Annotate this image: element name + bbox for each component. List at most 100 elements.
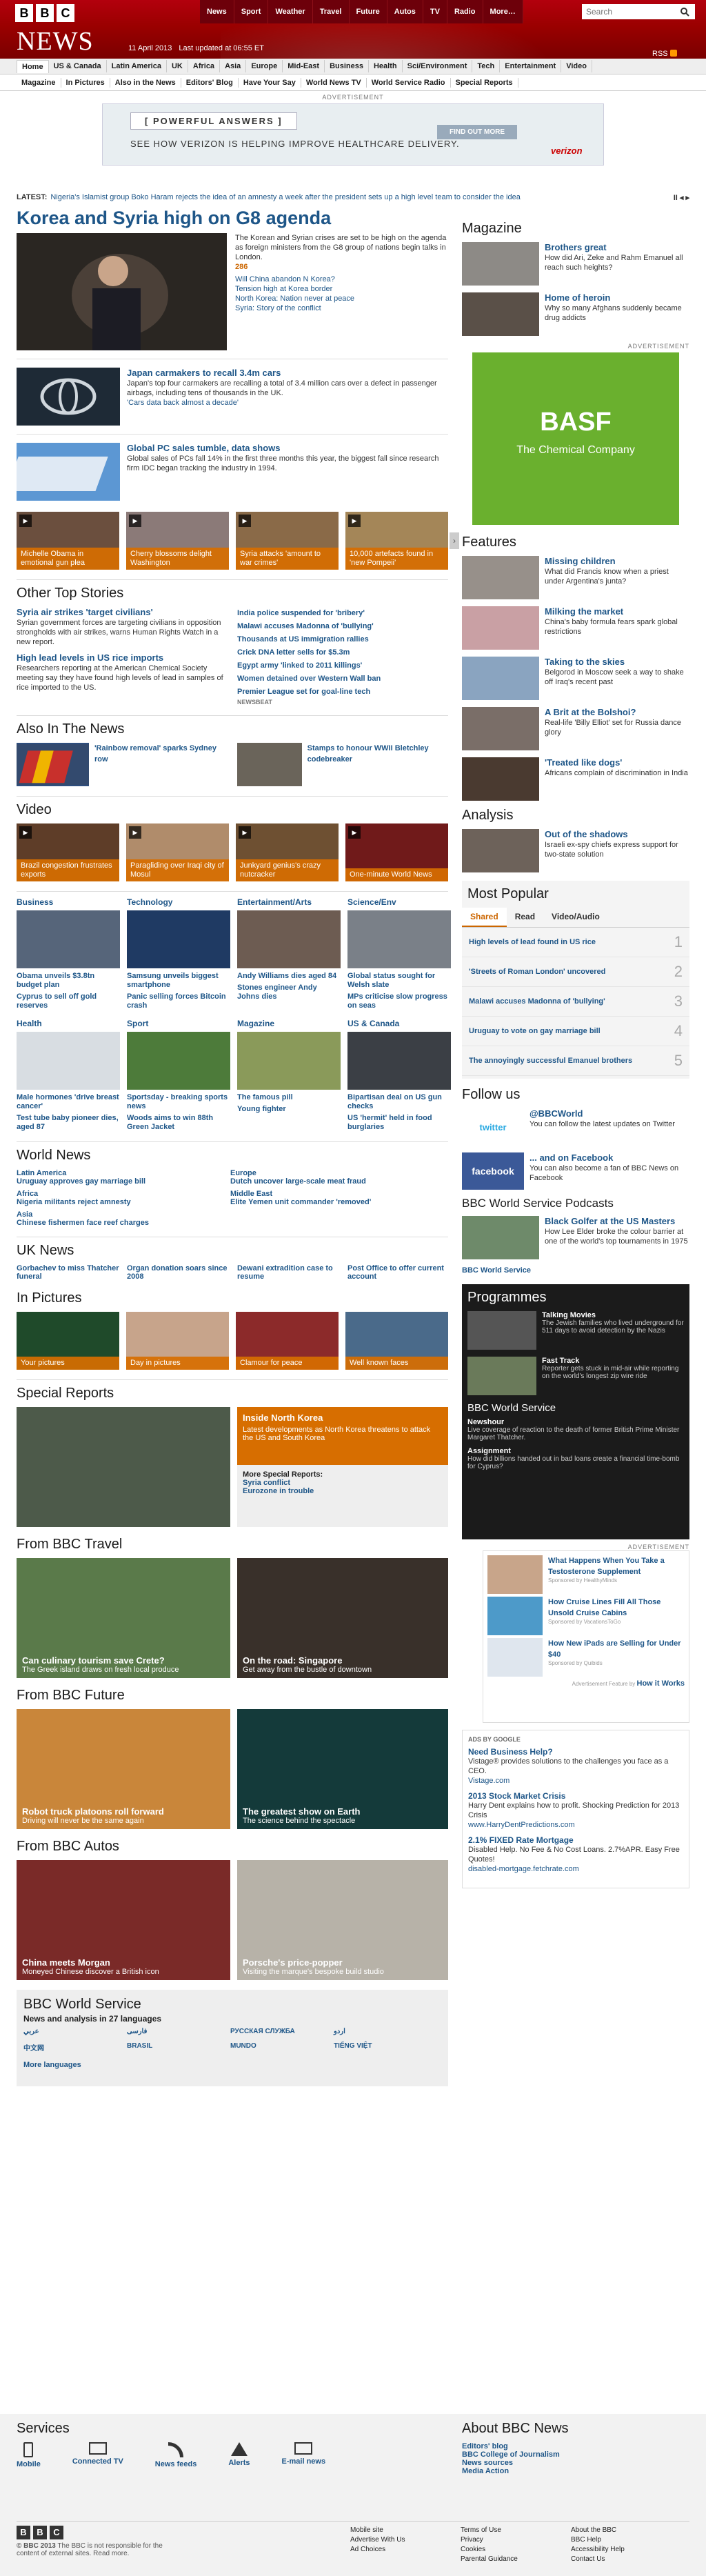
lang-urdu[interactable]: اردو [334,2028,437,2035]
footer-bbc-help[interactable]: BBC Help [571,2535,625,2545]
globalnav-sport[interactable]: Sport [234,0,269,23]
chevron-right-icon[interactable]: › [450,532,459,549]
lang-arabic[interactable]: عربي [23,2028,127,2035]
subnav2-have-your-say[interactable]: Have Your Say [239,77,301,88]
about-link-2[interactable]: BBC College of Journalism [462,2450,689,2459]
other-link-1[interactable]: India police suspended for 'bribery' [237,607,448,620]
video-item-4[interactable]: ▶ One-minute World News [345,823,448,881]
sponsored-2-title[interactable]: How Cruise Lines Fill All Those Unsold C… [548,1597,685,1619]
special-report-image[interactable] [17,1407,230,1527]
footer-cookies[interactable]: Cookies [461,2545,518,2555]
popular-row-1[interactable]: High levels of lead found in US rice 1 [462,928,689,957]
also-item-1-image[interactable] [17,743,89,786]
topic-technology-image[interactable] [127,910,230,968]
alert-icon[interactable] [230,2442,248,2456]
footer-bbc-logo[interactable]: B B C [17,2526,182,2539]
google-ad-1-url[interactable]: Vistage.com [468,1776,683,1786]
more-languages-link[interactable]: More languages [23,2061,441,2069]
region-africa-story[interactable]: Nigeria militants reject amnesty [17,1198,230,1206]
features-item-4-image[interactable] [462,707,539,750]
subnav2-editors-blog[interactable]: Editors' Blog [181,77,239,88]
features-item-2-title[interactable]: Milking the market [545,606,689,617]
story-japan-title[interactable]: Japan carmakers to recall 3.4m cars [127,368,448,379]
footer-privacy[interactable]: Privacy [461,2535,518,2545]
features-item-4-title[interactable]: A Brit at the Bolshoi? [545,707,689,718]
subnav-africa[interactable]: Africa [188,60,221,72]
features-item-1-image[interactable] [462,556,539,599]
subnav2-magazine[interactable]: Magazine [17,77,61,88]
topic-science-heading[interactable]: Science/Env [347,897,451,907]
latest-text[interactable]: Nigeria's Islamist group Boko Haram reje… [50,193,520,201]
subnav-europe[interactable]: Europe [246,60,283,72]
topic-health-story[interactable]: Male hormones 'drive breast cancer' [17,1093,120,1111]
region-asia-story[interactable]: Chinese fishermen face reef charges [17,1219,230,1227]
subnav-us-canada[interactable]: US & Canada [49,60,107,72]
topic-technology-story[interactable]: Samsung unveils biggest smartphone [127,972,230,990]
globalnav-news[interactable]: News [200,0,234,23]
sponsored-3-image[interactable] [487,1638,543,1677]
magazine-item-2-image[interactable] [462,292,539,336]
rss-feed-icon[interactable] [168,2442,184,2457]
subnav-entertainment[interactable]: Entertainment [500,60,562,72]
also-item-2-title[interactable]: Stamps to honour WWII Bletchley codebrea… [307,743,448,786]
facebook-title[interactable]: ... and on Facebook [530,1152,689,1164]
region-latin-america-story[interactable]: Uruguay approves gay marriage bill [17,1177,230,1186]
google-ad-2-title[interactable]: 2013 Stock Market Crisis [468,1791,683,1801]
analysis-title[interactable]: Out of the shadows [545,829,689,840]
lead-link-4[interactable]: Syria: Story of the conflict [235,303,448,313]
features-item-1-title[interactable]: Missing children [545,556,689,567]
video-item-2[interactable]: ▶ Paragliding over Iraqi city of Mosul [126,823,229,881]
google-ad-1-title[interactable]: Need Business Help? [468,1747,683,1757]
sponsored-2-image[interactable] [487,1597,543,1635]
region-latin-america[interactable]: Latin America [17,1169,230,1177]
other-link-5[interactable]: Egypt army 'linked to 2011 killings' [237,659,448,672]
topic-sport-heading[interactable]: Sport [127,1019,230,1028]
subnav2-world-news-tv[interactable]: World News TV [301,77,367,88]
topic-science-story[interactable]: Global status sought for Welsh slate [347,972,451,990]
popular-row-5[interactable]: The annoyingly successful Emanuel brothe… [462,1046,689,1076]
programme-2-image[interactable] [467,1357,536,1395]
lead-link-1[interactable]: Will China abandon N Korea? [235,274,448,284]
lead-link-2[interactable]: Tension high at Korea border [235,284,448,294]
video-strip-item-2[interactable]: ▶ Cherry blossoms delight Washington [126,512,229,570]
footer-ad-choices[interactable]: Ad Choices [350,2545,405,2555]
other-story-1-title[interactable]: Syria air strikes 'target civilians' [17,607,223,618]
travel-item-2[interactable]: On the road: Singapore Get away from the … [237,1558,448,1678]
lead-link-3[interactable]: North Korea: Nation never at peace [235,294,448,303]
features-item-3-image[interactable] [462,657,539,700]
topic-magazine-heading[interactable]: Magazine [237,1019,341,1028]
tab-video-audio[interactable]: Video/Audio [543,908,608,927]
globalnav-autos[interactable]: Autos [387,0,423,23]
bbc-logo[interactable]: B B C [15,4,74,22]
topic-business-heading[interactable]: Business [17,897,120,907]
topic-magazine-image[interactable] [237,1032,341,1090]
basf-advert[interactable]: BASF The Chemical Company [472,352,679,525]
tab-read[interactable]: Read [507,908,543,927]
story-japan-link[interactable]: 'Cars data back almost a decade' [127,398,448,408]
service-email-news[interactable]: E-mail news [282,2457,326,2466]
programme-1-image[interactable] [467,1311,536,1350]
video-strip-item-3[interactable]: ▶ Syria attacks 'amount to war crimes' [236,512,339,570]
globalnav-weather[interactable]: Weather [268,0,313,23]
lang-chinese[interactable]: 中文网 [23,2042,127,2053]
popular-row-4[interactable]: Uruguay to vote on gay marriage bill 4 [462,1017,689,1046]
globalnav-travel[interactable]: Travel [313,0,350,23]
tv-icon[interactable] [88,2442,107,2455]
other-link-6[interactable]: Women detained over Western Wall ban [237,672,448,686]
subnav-home[interactable]: Home [17,59,49,73]
special-report-box[interactable]: Inside North Korea Latest developments a… [237,1407,448,1465]
service-mobile[interactable]: Mobile [17,2460,41,2468]
topic-technology-heading[interactable]: Technology [127,897,230,907]
google-ad-3-url[interactable]: disabled-mortgage.fetchrate.com [468,1864,683,1874]
topic-business-image[interactable] [17,910,120,968]
features-item-5-title[interactable]: 'Treated like dogs' [545,757,688,768]
twitter-icon[interactable]: twitter [462,1108,524,1146]
footer-terms[interactable]: Terms of Use [461,2526,518,2535]
subnav-business[interactable]: Business [325,60,369,72]
topic-entertainment-story[interactable]: Andy Williams dies aged 84 [237,972,341,981]
region-asia[interactable]: Asia [17,1210,230,1219]
video-strip-item-4[interactable]: ▶ 10,000 artefacts found in 'new Pompeii' [345,512,448,570]
news-title[interactable]: NEWS [17,26,94,57]
topic-us-canada-image[interactable] [347,1032,451,1090]
subnav-latin-america[interactable]: Latin America [107,60,167,72]
